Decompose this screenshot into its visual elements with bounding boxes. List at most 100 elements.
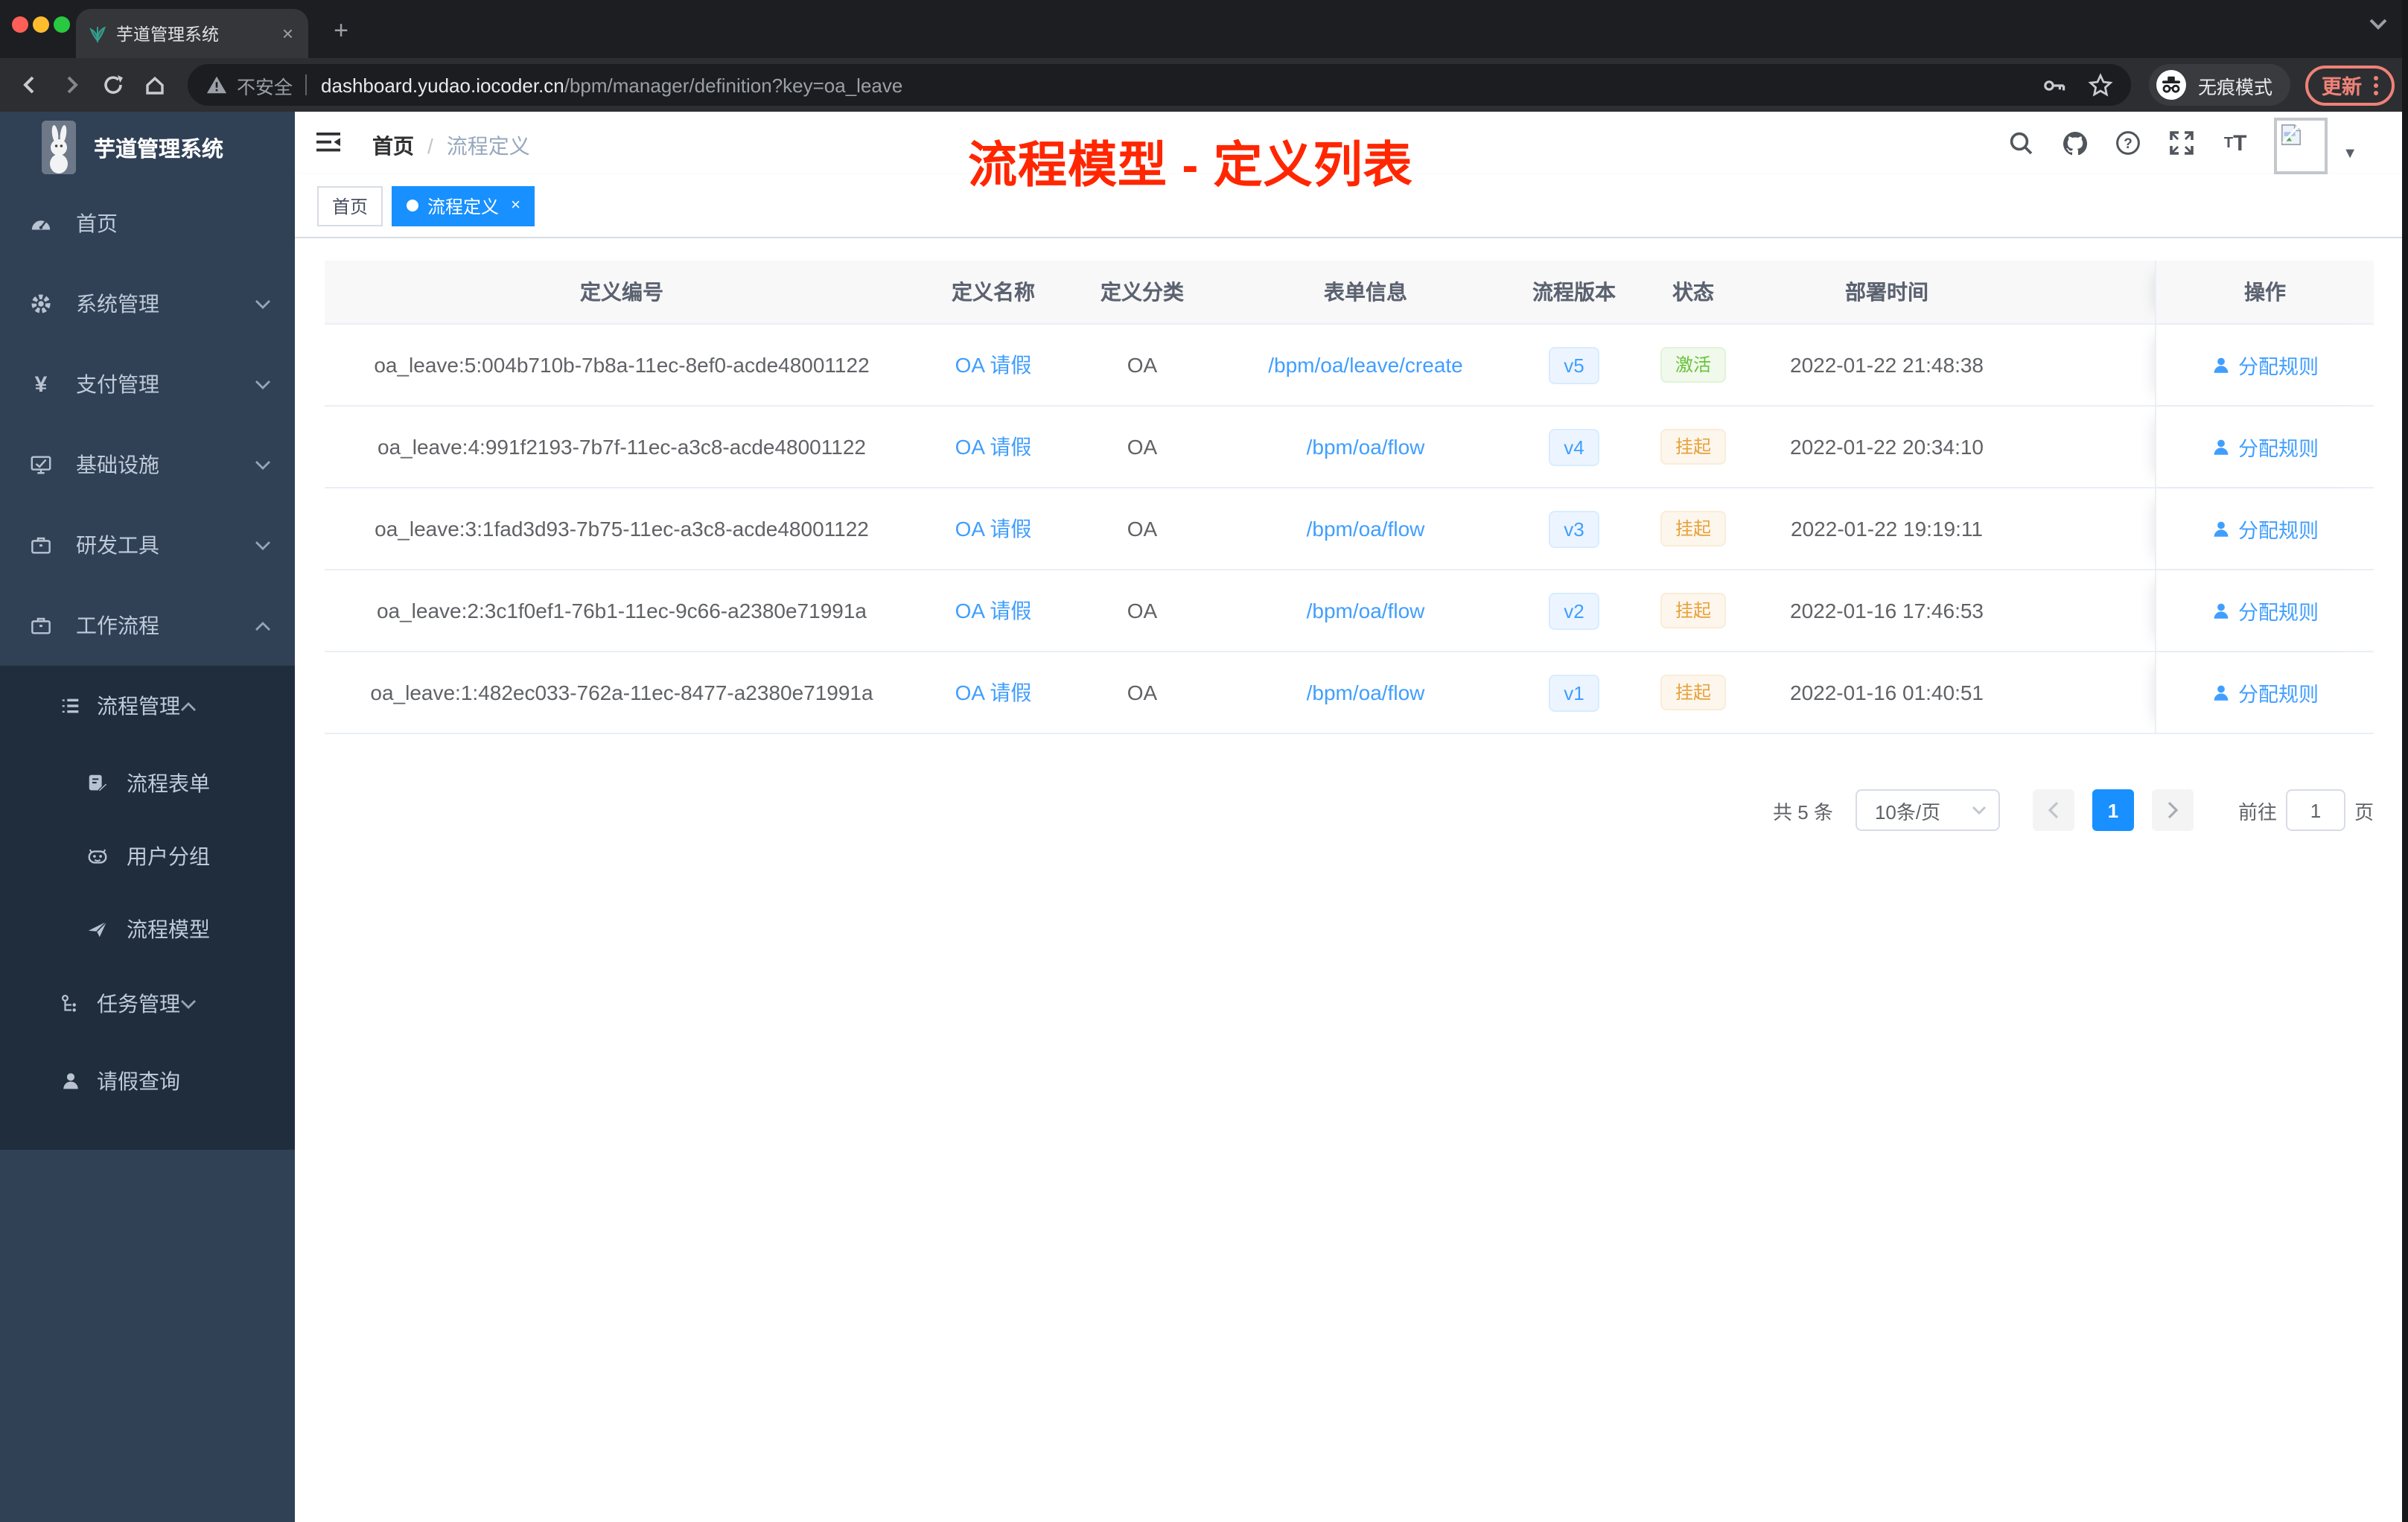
main-content: 定义编号 定义名称 定义分类 表单信息 流程版本 状态 部署时间 操作 oa_l…: [295, 238, 2402, 1522]
sidebar-item-task-mgmt[interactable]: 任务管理: [0, 965, 295, 1042]
definition-name-link[interactable]: OA 请假: [955, 435, 1032, 459]
prev-page-button[interactable]: [2032, 789, 2074, 831]
chevron-up-icon: [180, 701, 197, 711]
url-path[interactable]: /bpm/manager/definition?key=oa_leave: [564, 74, 903, 96]
assign-rule-button[interactable]: 分配规则: [2211, 678, 2319, 707]
dashboard-gauge-icon: [30, 212, 52, 235]
table-row: oa_leave:2:3c1f0ef1-76b1-11ec-9c66-a2380…: [325, 570, 2374, 652]
tab-search-chevron-icon[interactable]: [2369, 18, 2387, 30]
sidebar-item-workflow[interactable]: 工作流程: [0, 585, 295, 666]
pagination-total: 共 5 条: [1773, 800, 1833, 823]
avatar-dropdown-caret-icon[interactable]: ▼: [2342, 145, 2357, 162]
definition-id: oa_leave:5:004b710b-7b8a-11ec-8ef0-acde4…: [374, 353, 870, 377]
definition-category: OA: [1127, 681, 1158, 704]
favicon-plant-icon: [88, 24, 107, 43]
form-link[interactable]: /bpm/oa/leave/create: [1268, 353, 1463, 377]
window-minimize-button[interactable]: [33, 16, 49, 33]
help-question-icon[interactable]: ?: [2113, 128, 2143, 158]
assign-rule-button[interactable]: 分配规则: [2211, 596, 2319, 625]
goto-label: 前往: [2237, 800, 2277, 823]
form-link[interactable]: /bpm/oa/flow: [1307, 681, 1425, 704]
tag-label: 首页: [332, 196, 369, 217]
key-icon[interactable]: [2042, 72, 2067, 98]
sidebar-item-leave-query[interactable]: 请假查询: [0, 1042, 295, 1120]
window-controls[interactable]: [12, 16, 70, 33]
address-bar[interactable]: 不安全 dashboard.yudao.iocoder.cn/bpm/manag…: [188, 64, 2131, 106]
fullscreen-icon[interactable]: [2167, 128, 2197, 158]
chevron-down-icon: [180, 999, 197, 1009]
tab-close-icon[interactable]: ×: [279, 22, 296, 45]
reload-icon[interactable]: [95, 67, 131, 103]
form-link[interactable]: /bpm/oa/flow: [1307, 599, 1425, 623]
breadcrumb-current: 流程定义: [446, 134, 530, 158]
definition-name-link[interactable]: OA 请假: [955, 599, 1032, 623]
column-header: 状态: [1672, 280, 1714, 304]
sidebar-item-process-form[interactable]: 流程表单: [0, 746, 295, 819]
sidebar-item-infrastructure[interactable]: 基础设施: [0, 424, 295, 505]
column-header: 部署时间: [1845, 280, 1928, 304]
definition-name-link[interactable]: OA 请假: [955, 517, 1032, 541]
bookmark-star-icon[interactable]: [2088, 72, 2113, 98]
sidebar-logo[interactable]: 芋道管理系统: [0, 112, 295, 183]
form-link[interactable]: /bpm/oa/flow: [1307, 435, 1425, 459]
sidebar-toggle-icon[interactable]: [316, 131, 341, 153]
browser-tab[interactable]: 芋道管理系统 ×: [76, 9, 308, 58]
update-label[interactable]: 更新: [2322, 70, 2362, 100]
pagination: 共 5 条 10条/页 1 前往 1 页: [1773, 789, 2374, 831]
breadcrumb: 首页 / 流程定义: [372, 131, 530, 161]
page-size-select[interactable]: 10条/页: [1855, 789, 2000, 831]
security-label[interactable]: 不安全: [237, 71, 293, 99]
tag-home[interactable]: 首页: [317, 185, 383, 226]
sidebar-item-label: 支付管理: [76, 372, 159, 396]
browser-update-button[interactable]: 更新: [2305, 65, 2395, 105]
github-icon[interactable]: [2060, 128, 2089, 158]
incognito-label: 无痕模式: [2198, 77, 2273, 98]
forward-icon[interactable]: [54, 67, 89, 103]
assign-rule-button[interactable]: 分配规则: [2211, 432, 2319, 462]
window-close-button[interactable]: [12, 16, 28, 33]
definition-table: 定义编号 定义名称 定义分类 表单信息 流程版本 状态 部署时间 操作 oa_l…: [325, 261, 2374, 734]
sidebar-item-process-model[interactable]: 流程模型: [0, 892, 295, 965]
new-tab-button[interactable]: +: [322, 12, 360, 51]
url-host[interactable]: dashboard.yudao.iocoder.cn: [321, 74, 564, 96]
assign-rule-label: 分配规则: [2238, 438, 2319, 460]
window-zoom-button[interactable]: [54, 16, 70, 33]
search-icon[interactable]: [2006, 128, 2036, 158]
sidebar-item-label: 流程模型: [127, 917, 210, 940]
page-size-value: 10条/页: [1874, 800, 1941, 823]
home-icon[interactable]: [137, 67, 173, 103]
goto-page-input[interactable]: 1: [2285, 789, 2345, 831]
incognito-badge: 无痕模式: [2149, 64, 2291, 106]
column-header: 流程版本: [1532, 280, 1616, 304]
sidebar-item-devtools[interactable]: 研发工具: [0, 505, 295, 585]
breadcrumb-home[interactable]: 首页: [372, 131, 414, 161]
status-badge: 挂起: [1660, 593, 1726, 628]
tag-close-icon[interactable]: ×: [511, 197, 520, 214]
form-link[interactable]: /bpm/oa/flow: [1307, 517, 1425, 541]
assign-rule-label: 分配规则: [2238, 356, 2319, 378]
sidebar-item-home[interactable]: 首页: [0, 183, 295, 264]
definition-id: oa_leave:3:1fad3d93-7b75-11ec-a3c8-acde4…: [375, 517, 869, 541]
sidebar-item-system[interactable]: 系统管理: [0, 264, 295, 344]
definition-name-link[interactable]: OA 请假: [955, 681, 1032, 704]
window-right-edge: [2402, 0, 2408, 1522]
assign-rule-button[interactable]: 分配规则: [2211, 514, 2319, 544]
warning-triangle-icon[interactable]: [206, 74, 228, 95]
assign-rule-button[interactable]: 分配规则: [2211, 350, 2319, 380]
next-page-button[interactable]: [2151, 789, 2194, 831]
table-row: oa_leave:4:991f2193-7b7f-11ec-a3c8-acde4…: [325, 407, 2374, 488]
sidebar-item-label: 工作流程: [76, 614, 159, 637]
chevron-down-icon: [255, 540, 271, 550]
sidebar-item-payment[interactable]: ¥ 支付管理: [0, 344, 295, 424]
monitor-icon: [30, 453, 52, 476]
current-page-button[interactable]: 1: [2092, 789, 2134, 831]
font-size-icon[interactable]: TT: [2220, 128, 2250, 158]
avatar[interactable]: [2274, 117, 2328, 173]
sidebar-item-process-mgmt[interactable]: 流程管理: [0, 666, 295, 746]
definition-name-link[interactable]: OA 请假: [955, 353, 1032, 377]
tag-process-definition[interactable]: 流程定义 ×: [392, 185, 535, 226]
sidebar-item-user-group[interactable]: 用户分组: [0, 819, 295, 892]
status-badge: 挂起: [1660, 429, 1726, 465]
back-icon[interactable]: [12, 67, 48, 103]
browser-menu-kebab-icon[interactable]: [2374, 75, 2379, 95]
